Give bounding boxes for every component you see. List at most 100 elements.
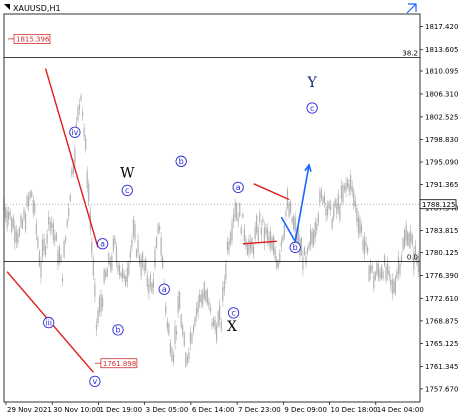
arrow-up-right-icon[interactable]	[406, 3, 417, 14]
candle-body	[143, 265, 145, 271]
candle-body	[265, 226, 267, 234]
candle-body	[326, 205, 329, 215]
candle-body	[310, 229, 312, 246]
candle-body	[88, 184, 90, 202]
time-tick-label: 29 Nov 2021	[7, 406, 52, 414]
candle-body	[211, 322, 213, 327]
candle-body	[387, 262, 389, 274]
candle-body	[11, 218, 13, 232]
candle-body	[166, 321, 168, 329]
candle-body	[138, 255, 141, 265]
candle-body	[149, 275, 151, 287]
candle-body	[234, 202, 236, 218]
wave-label-text: b	[293, 243, 298, 252]
candle-body	[279, 253, 281, 261]
candle-body	[403, 229, 406, 248]
candle-body	[4, 207, 7, 219]
candle-body	[333, 205, 335, 219]
candle-body	[396, 271, 398, 278]
price-tick-label: 1791.365	[425, 181, 458, 189]
time-tick-label: 14 Dec 04:00	[377, 406, 424, 414]
candle-body	[390, 280, 392, 285]
candle-body	[63, 241, 65, 258]
candle-body	[191, 334, 193, 343]
price-tick-label: 1795.090	[425, 158, 458, 166]
candle-body	[371, 265, 373, 271]
candle-body	[320, 189, 322, 199]
candle-body	[114, 237, 116, 245]
candle-body	[126, 267, 128, 282]
candle-body	[80, 95, 82, 101]
price-chart[interactable]: 1817.420 1813.605 1810.095 1806.310 1802.525…	[0, 0, 474, 419]
candle-body	[300, 237, 302, 256]
candle-body	[399, 264, 401, 274]
candle-body	[400, 255, 403, 262]
candle-body	[28, 196, 30, 207]
candle-body	[203, 282, 205, 299]
candle-body	[232, 214, 235, 222]
candle-body	[405, 224, 407, 241]
candle-body	[226, 241, 229, 250]
candle-body	[21, 219, 24, 228]
candle-body	[325, 208, 327, 216]
candle-body	[160, 237, 162, 256]
candle-body	[159, 225, 161, 231]
candle-body	[223, 280, 225, 291]
candle-body	[195, 307, 198, 316]
candle-body	[363, 237, 366, 255]
candle-body	[148, 284, 150, 294]
candle-body	[145, 258, 147, 271]
candle-body	[46, 234, 48, 244]
candle-body	[293, 215, 295, 230]
candle-body	[197, 301, 199, 313]
candle-body	[111, 255, 113, 270]
candle-body	[117, 264, 119, 271]
candle-body	[77, 107, 79, 121]
candle-body	[55, 232, 57, 241]
candle-body	[179, 292, 181, 310]
candle-body	[208, 301, 210, 307]
candle-body	[78, 104, 81, 110]
candle-body	[202, 292, 204, 305]
candle-body	[340, 186, 343, 200]
candle-body	[69, 194, 71, 201]
candle-body	[303, 247, 306, 255]
candle-body	[219, 304, 221, 320]
candle-body	[365, 242, 367, 247]
candle-body	[353, 191, 355, 207]
wave-label-text: iv	[71, 128, 78, 137]
candle-body	[383, 255, 386, 266]
candle-body	[65, 237, 67, 242]
candle-body	[411, 235, 413, 246]
candle-body	[308, 242, 310, 249]
candle-body	[282, 236, 284, 241]
candle-body	[328, 201, 330, 209]
candle-body	[45, 246, 47, 255]
wave-label-text: b	[179, 157, 184, 166]
candle-body	[94, 283, 96, 297]
candle-body	[118, 265, 121, 276]
axis-layer: 1817.420 1813.605 1810.095 1806.310 1802.525…	[3, 13, 458, 414]
candle-body	[214, 320, 216, 331]
candle-body	[259, 213, 261, 222]
candle-body	[379, 271, 381, 279]
red-trendline[interactable]	[253, 183, 290, 201]
candle-body	[192, 326, 195, 333]
candle-body	[317, 214, 319, 223]
candle-body	[20, 215, 22, 226]
candle-body	[54, 235, 56, 241]
wave-label-text: v	[93, 377, 98, 386]
candle-body	[165, 305, 167, 313]
wave-label-text: c	[231, 309, 235, 318]
candle-body	[351, 186, 353, 192]
time-tick-label: 7 Dec 23:00	[238, 406, 281, 414]
candle-body	[236, 203, 238, 219]
candle-body	[242, 213, 244, 218]
candle-body	[83, 127, 85, 137]
candle-body	[182, 325, 184, 335]
candle-body	[38, 251, 41, 266]
price-tag-label: 1761.898	[103, 360, 136, 368]
candle-body	[273, 235, 275, 254]
candle-body	[186, 357, 188, 363]
candle-body	[266, 228, 269, 241]
